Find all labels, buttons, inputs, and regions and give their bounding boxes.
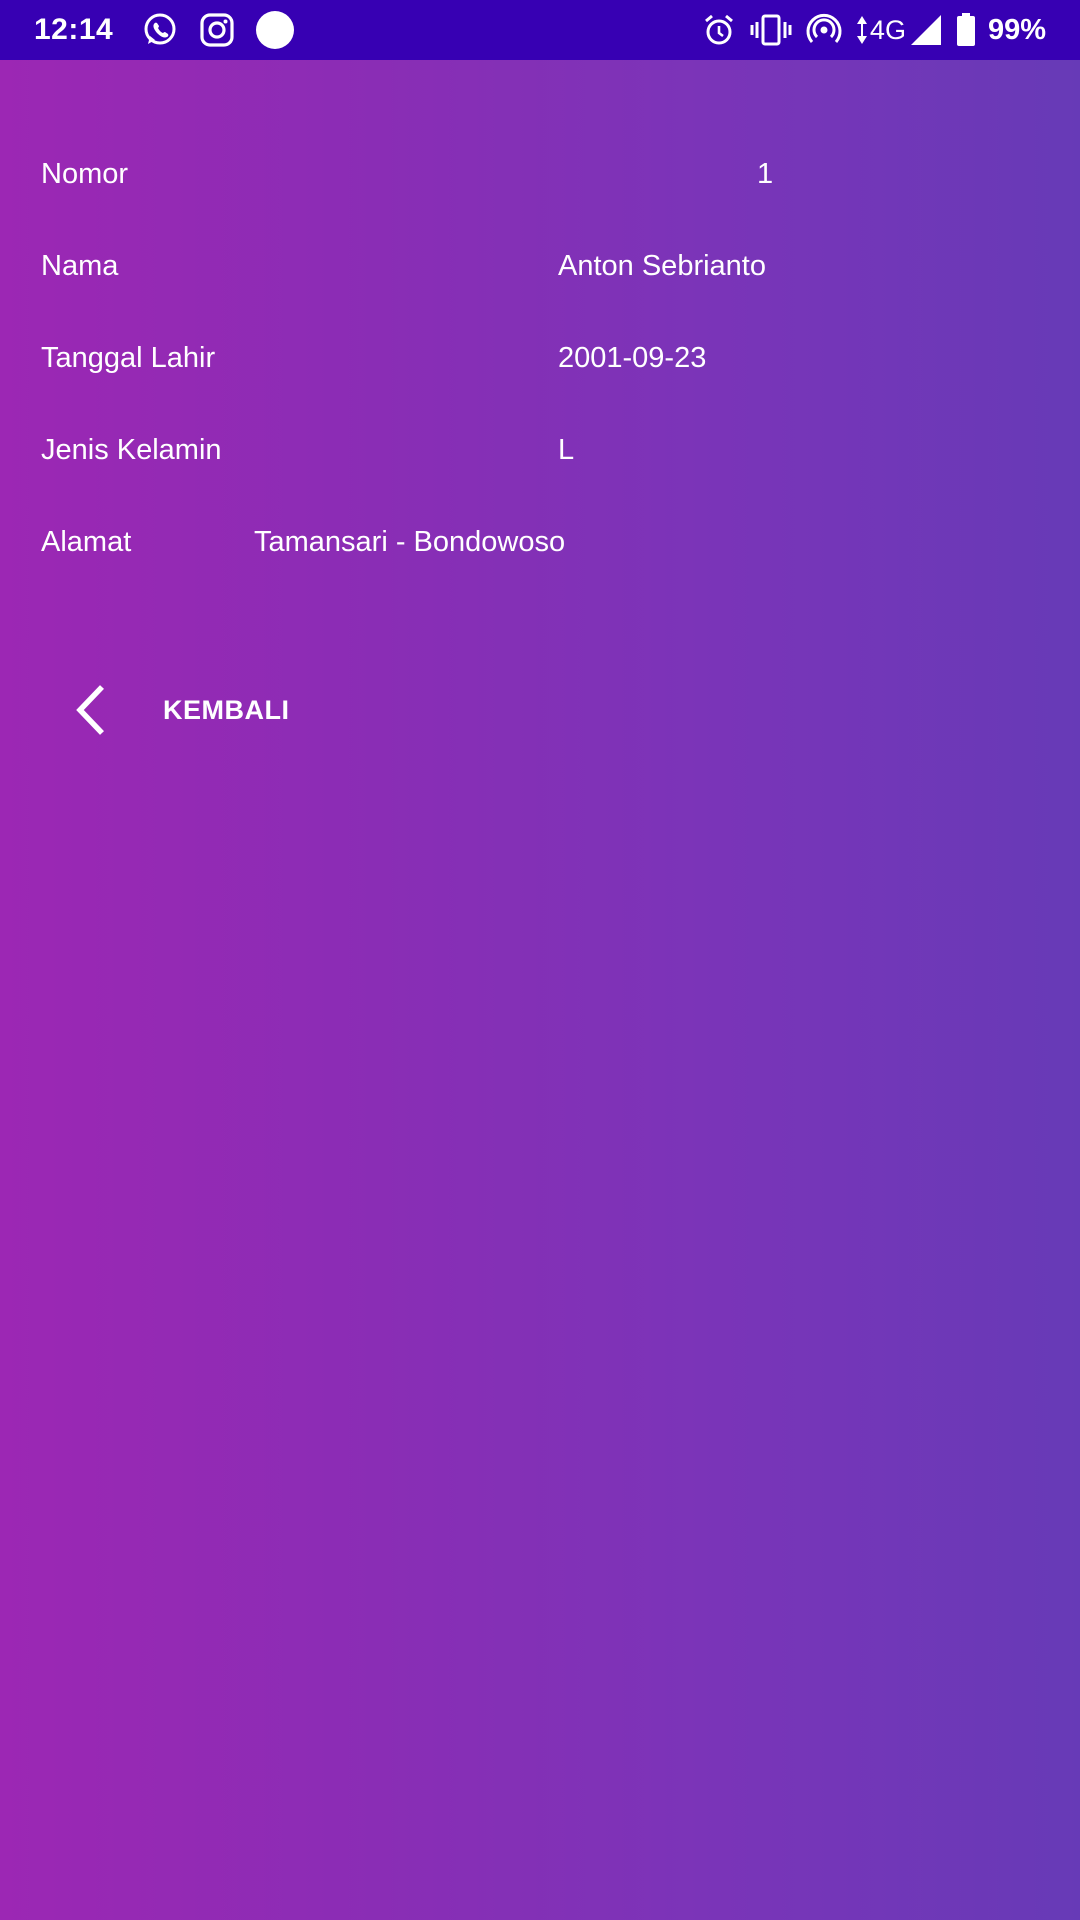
whatsapp-icon	[141, 11, 179, 49]
status-time: 12:14	[34, 13, 114, 46]
back-button[interactable]: KEMBALI	[60, 672, 340, 748]
nama-value: Anton Sebrianto	[558, 250, 766, 282]
jenis-kelamin-value: L	[558, 434, 575, 466]
status-right-group: 4G 99%	[702, 12, 1046, 48]
battery-percentage: 99%	[987, 13, 1046, 46]
battery-icon	[956, 13, 976, 47]
data-arrows-icon	[856, 15, 868, 45]
status-left-group: 12:14	[34, 10, 315, 50]
vibrate-icon	[750, 14, 792, 46]
jenis-kelamin-label: Jenis Kelamin	[41, 434, 222, 466]
tanggal-lahir-label: Tanggal Lahir	[41, 342, 216, 374]
network-type: 4G	[869, 14, 906, 45]
circle-notification-icon	[255, 10, 295, 50]
tanggal-lahir-value: 2001-09-23	[558, 342, 707, 374]
nomor-label: Nomor	[41, 158, 129, 190]
alamat-label: Alamat	[41, 526, 132, 558]
status-bar: 12:14 4G 99%	[0, 0, 1080, 60]
signal-icon	[910, 14, 942, 46]
nomor-value: 1	[757, 158, 774, 190]
alarm-icon	[702, 13, 736, 47]
instagram-icon	[199, 12, 235, 48]
alamat-value: Tamansari - Bondowoso	[254, 526, 566, 558]
back-button-label: KEMBALI	[163, 694, 290, 725]
hotspot-icon	[806, 12, 842, 48]
nama-label: Nama	[41, 250, 119, 282]
chevron-left-icon	[60, 672, 120, 748]
